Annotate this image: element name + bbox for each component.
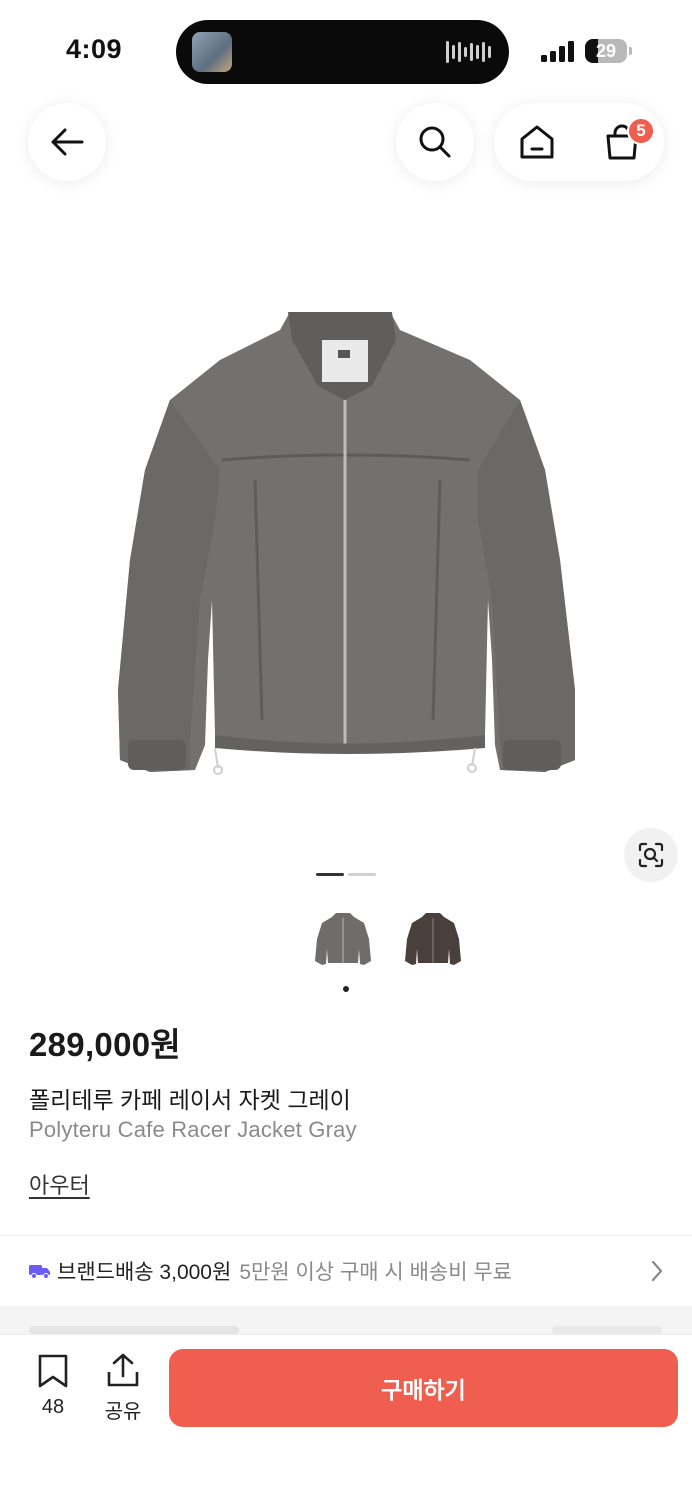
chevron-right-icon	[651, 1260, 663, 1282]
jacket-thumbnail-gray	[315, 913, 371, 965]
product-name-korean: 폴리테루 카페 레이서 자켓 그레이	[29, 1087, 351, 1113]
shipping-fee: 브랜드배송 3,000원	[57, 1261, 232, 1284]
status-bar: 4:09 29	[0, 0, 692, 100]
pager-indicator-active	[316, 873, 344, 876]
cellular-signal-icon	[541, 40, 577, 62]
thumbnail-brown[interactable]	[402, 906, 464, 972]
image-search-button[interactable]	[624, 828, 678, 882]
share-label: 공유	[104, 1401, 142, 1423]
product-category-link[interactable]: 아우터	[29, 1168, 90, 1200]
bottom-action-bar: 48 공유 구매하기	[0, 1334, 692, 1500]
pager-indicator	[348, 873, 376, 876]
image-search-lens-icon	[638, 842, 664, 868]
audio-waveform-icon	[446, 40, 491, 64]
home-icon	[520, 125, 553, 159]
cart-button[interactable]: 5	[579, 103, 664, 181]
battery-level: 29	[595, 41, 617, 61]
delivery-truck-icon	[29, 1265, 50, 1279]
bookmark-button[interactable]: 48	[28, 1353, 78, 1419]
product-name-english: Polyteru Cafe Racer Jacket Gray	[29, 1117, 357, 1142]
jacket-thumbnail-brown	[405, 913, 461, 965]
product-image[interactable]	[0, 200, 692, 880]
home-button[interactable]	[494, 103, 579, 181]
share-button[interactable]: 공유	[98, 1352, 148, 1424]
battery-icon: 29	[585, 39, 627, 63]
bookmark-count: 48	[41, 1396, 65, 1418]
album-art-thumbnail	[192, 32, 232, 72]
home-cart-group: 5	[494, 103, 664, 181]
share-icon	[107, 1353, 139, 1387]
product-price: 289,000원	[29, 1026, 182, 1063]
arrow-left-icon	[51, 128, 84, 156]
back-button[interactable]	[28, 103, 106, 181]
status-time: 4:09	[66, 34, 123, 64]
shipping-free-condition: 5만원 이상 구매 시 배송비 무료	[239, 1261, 513, 1284]
thumbnail-gray[interactable]	[312, 906, 374, 972]
thumbnail-selected-dot	[343, 986, 349, 992]
bookmark-icon	[38, 1354, 68, 1388]
cart-count-badge: 5	[627, 117, 655, 145]
buy-button[interactable]: 구매하기	[169, 1349, 678, 1427]
search-icon	[419, 126, 451, 158]
search-button[interactable]	[396, 103, 474, 181]
dynamic-island[interactable]	[176, 20, 509, 84]
gallery-pager	[316, 873, 376, 876]
color-thumbnails	[312, 906, 464, 972]
shipping-info-row[interactable]: 브랜드배송 3,000원 5만원 이상 구매 시 배송비 무료	[0, 1236, 692, 1306]
